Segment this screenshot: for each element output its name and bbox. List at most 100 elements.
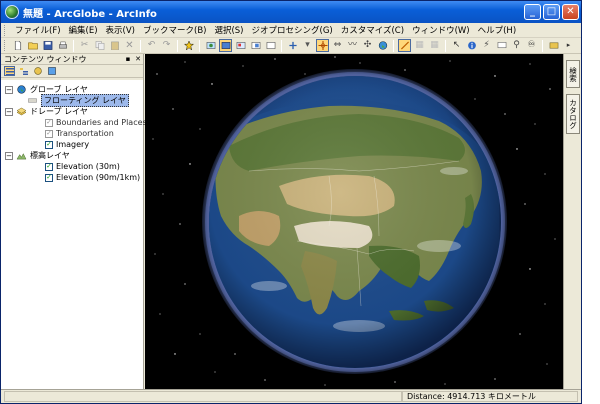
undo-icon[interactable]: ↶ (145, 39, 158, 52)
window-title: 無題 - ArcGlobe - ArcInfo (23, 8, 157, 20)
layer-checkbox[interactable]: ✓ (45, 129, 53, 138)
elevation-layer-icon (16, 153, 27, 160)
toc-toolbar (1, 65, 143, 78)
toc-layer-transportation[interactable]: ✓ Transportation (45, 128, 114, 139)
options-icon[interactable] (547, 39, 560, 52)
layer-checkbox[interactable]: ✓ (45, 118, 53, 127)
collapse-icon[interactable]: − (5, 85, 13, 94)
arcglobe-window: 無題 - ArcGlobe - ArcInfo _ □ ✕ ファイル(F) 編集… (0, 0, 582, 404)
menu-edit[interactable]: 編集(E) (65, 24, 102, 36)
globe-icon (17, 85, 26, 94)
layer-label: Boundaries and Places (56, 118, 147, 127)
earth-globe[interactable] (209, 76, 501, 368)
earth-surface (209, 76, 501, 368)
menu-file[interactable]: ファイル(F) (11, 24, 65, 36)
toolbar-grip[interactable] (4, 24, 7, 36)
fly-icon[interactable]: ▾ (301, 39, 314, 52)
toc-layer-imagery[interactable]: ✓ Imagery (45, 139, 89, 150)
chevron-down-icon[interactable]: ▸ (562, 39, 575, 52)
pan-icon[interactable]: 〰 (346, 39, 359, 52)
map-view-icon[interactable] (249, 39, 262, 52)
menu-selection[interactable]: 選択(S) (210, 24, 247, 36)
status-bar: Distance: 4914.713 キロメートル (1, 389, 581, 403)
open-folder-icon[interactable] (26, 39, 39, 52)
floating-layer-icon (28, 98, 37, 103)
close-icon[interactable]: ✕ (133, 55, 143, 63)
view-icon[interactable] (219, 39, 232, 52)
collapse-icon[interactable]: − (5, 107, 13, 116)
tab-catalog[interactable]: カタログ (566, 94, 580, 134)
layer-checkbox[interactable]: ✓ (45, 140, 53, 149)
redo-icon[interactable]: ↷ (160, 39, 173, 52)
toc-layer-floating[interactable]: フローティング レイヤ (27, 94, 129, 107)
toolbar-separator (281, 39, 282, 52)
target-icon[interactable] (316, 39, 329, 52)
cut-icon[interactable]: ✂ (78, 39, 91, 52)
minimize-button[interactable]: _ (524, 4, 541, 20)
title-bar[interactable]: 無題 - ArcGlobe - ArcInfo _ □ ✕ (1, 1, 581, 23)
print-icon[interactable] (56, 39, 69, 52)
add-data-icon[interactable] (182, 39, 195, 52)
drape-layer-icon (16, 107, 27, 116)
menu-customize[interactable]: カスタマイズ(C) (337, 24, 408, 36)
pin-icon[interactable]: ▪ (123, 55, 133, 63)
binoculars-icon[interactable]: ♾ (525, 39, 538, 52)
arcglobe-app-icon[interactable] (5, 5, 19, 19)
paste-icon[interactable] (108, 39, 121, 52)
toolbar-grip[interactable] (4, 40, 7, 51)
globe-viewer[interactable] (145, 54, 563, 389)
toc-layer-boundaries[interactable]: ✓ Boundaries and Places (45, 117, 147, 128)
delete-icon[interactable]: ✕ (123, 39, 136, 52)
toolbar-separator (445, 39, 446, 52)
toolbar-separator (199, 39, 200, 52)
toc-group-elevation-layers[interactable]: − 標高レイヤ (5, 150, 70, 161)
menu-bar: ファイル(F) 編集(E) 表示(V) ブックマーク(B) 選択(S) ジオプロ… (1, 23, 581, 38)
collapse-icon[interactable]: − (5, 151, 13, 160)
hyperlink-icon[interactable]: ⚡ (480, 39, 493, 52)
list-by-drawing-order-icon[interactable] (4, 66, 15, 76)
group-label: ドレープ レイヤ (30, 107, 88, 116)
layer-checkbox[interactable]: ✓ (45, 162, 53, 171)
maximize-button[interactable]: □ (543, 4, 560, 20)
find-icon[interactable]: ▦ (428, 39, 441, 52)
layer-label: Elevation (30m) (56, 162, 120, 171)
measure-icon[interactable] (398, 39, 411, 52)
list-by-source-icon[interactable] (18, 66, 29, 76)
new-document-icon[interactable] (11, 39, 24, 52)
menu-geoprocessing[interactable]: ジオプロセシング(G) (248, 24, 337, 36)
full-extent-icon[interactable] (204, 39, 217, 52)
background-margin (582, 0, 600, 404)
layer-checkbox[interactable]: ✓ (45, 173, 53, 182)
menu-view[interactable]: 表示(V) (102, 24, 139, 36)
status-message (4, 391, 402, 402)
tab-search[interactable]: 検索 (566, 60, 580, 88)
search-icon[interactable]: ⚲ (510, 39, 523, 52)
menu-bookmarks[interactable]: ブックマーク(B) (139, 24, 210, 36)
identify-icon[interactable]: ▦ (413, 39, 426, 52)
html-popup-icon[interactable] (495, 39, 508, 52)
menu-help[interactable]: ヘルプ(H) (474, 24, 521, 36)
frame-icon[interactable] (264, 39, 277, 52)
distance-readout: Distance: 4914.713 キロメートル (402, 391, 578, 402)
menu-window[interactable]: ウィンドウ(W) (408, 24, 474, 36)
toc-group-drape-layers[interactable]: − ドレープ レイヤ (5, 106, 88, 117)
navigate-icon[interactable] (286, 39, 299, 52)
list-by-visibility-icon[interactable] (32, 66, 43, 76)
copy-icon[interactable] (93, 39, 106, 52)
info-icon[interactable] (465, 39, 478, 52)
toolbar-separator (177, 39, 178, 52)
toc-layer-elevation-90m[interactable]: ✓ Elevation (90m/1km) (45, 172, 140, 183)
save-icon[interactable] (41, 39, 54, 52)
layer-label: Imagery (56, 140, 90, 149)
extent-icon[interactable]: ✣ (361, 39, 374, 52)
select-elements-icon[interactable]: ↖ (450, 39, 463, 52)
toc-layer-elevation-30m[interactable]: ✓ Elevation (30m) (45, 161, 120, 172)
zoom-icon[interactable]: ⇔ (331, 39, 344, 52)
layer-label: Elevation (90m/1km) (56, 173, 141, 182)
group-label: 標高レイヤ (30, 151, 70, 160)
layer-view-icon[interactable] (234, 39, 247, 52)
globe-icon[interactable] (376, 39, 389, 52)
close-button[interactable]: ✕ (562, 4, 579, 20)
list-by-selection-icon[interactable] (46, 66, 57, 76)
toolbar-separator (542, 39, 543, 52)
